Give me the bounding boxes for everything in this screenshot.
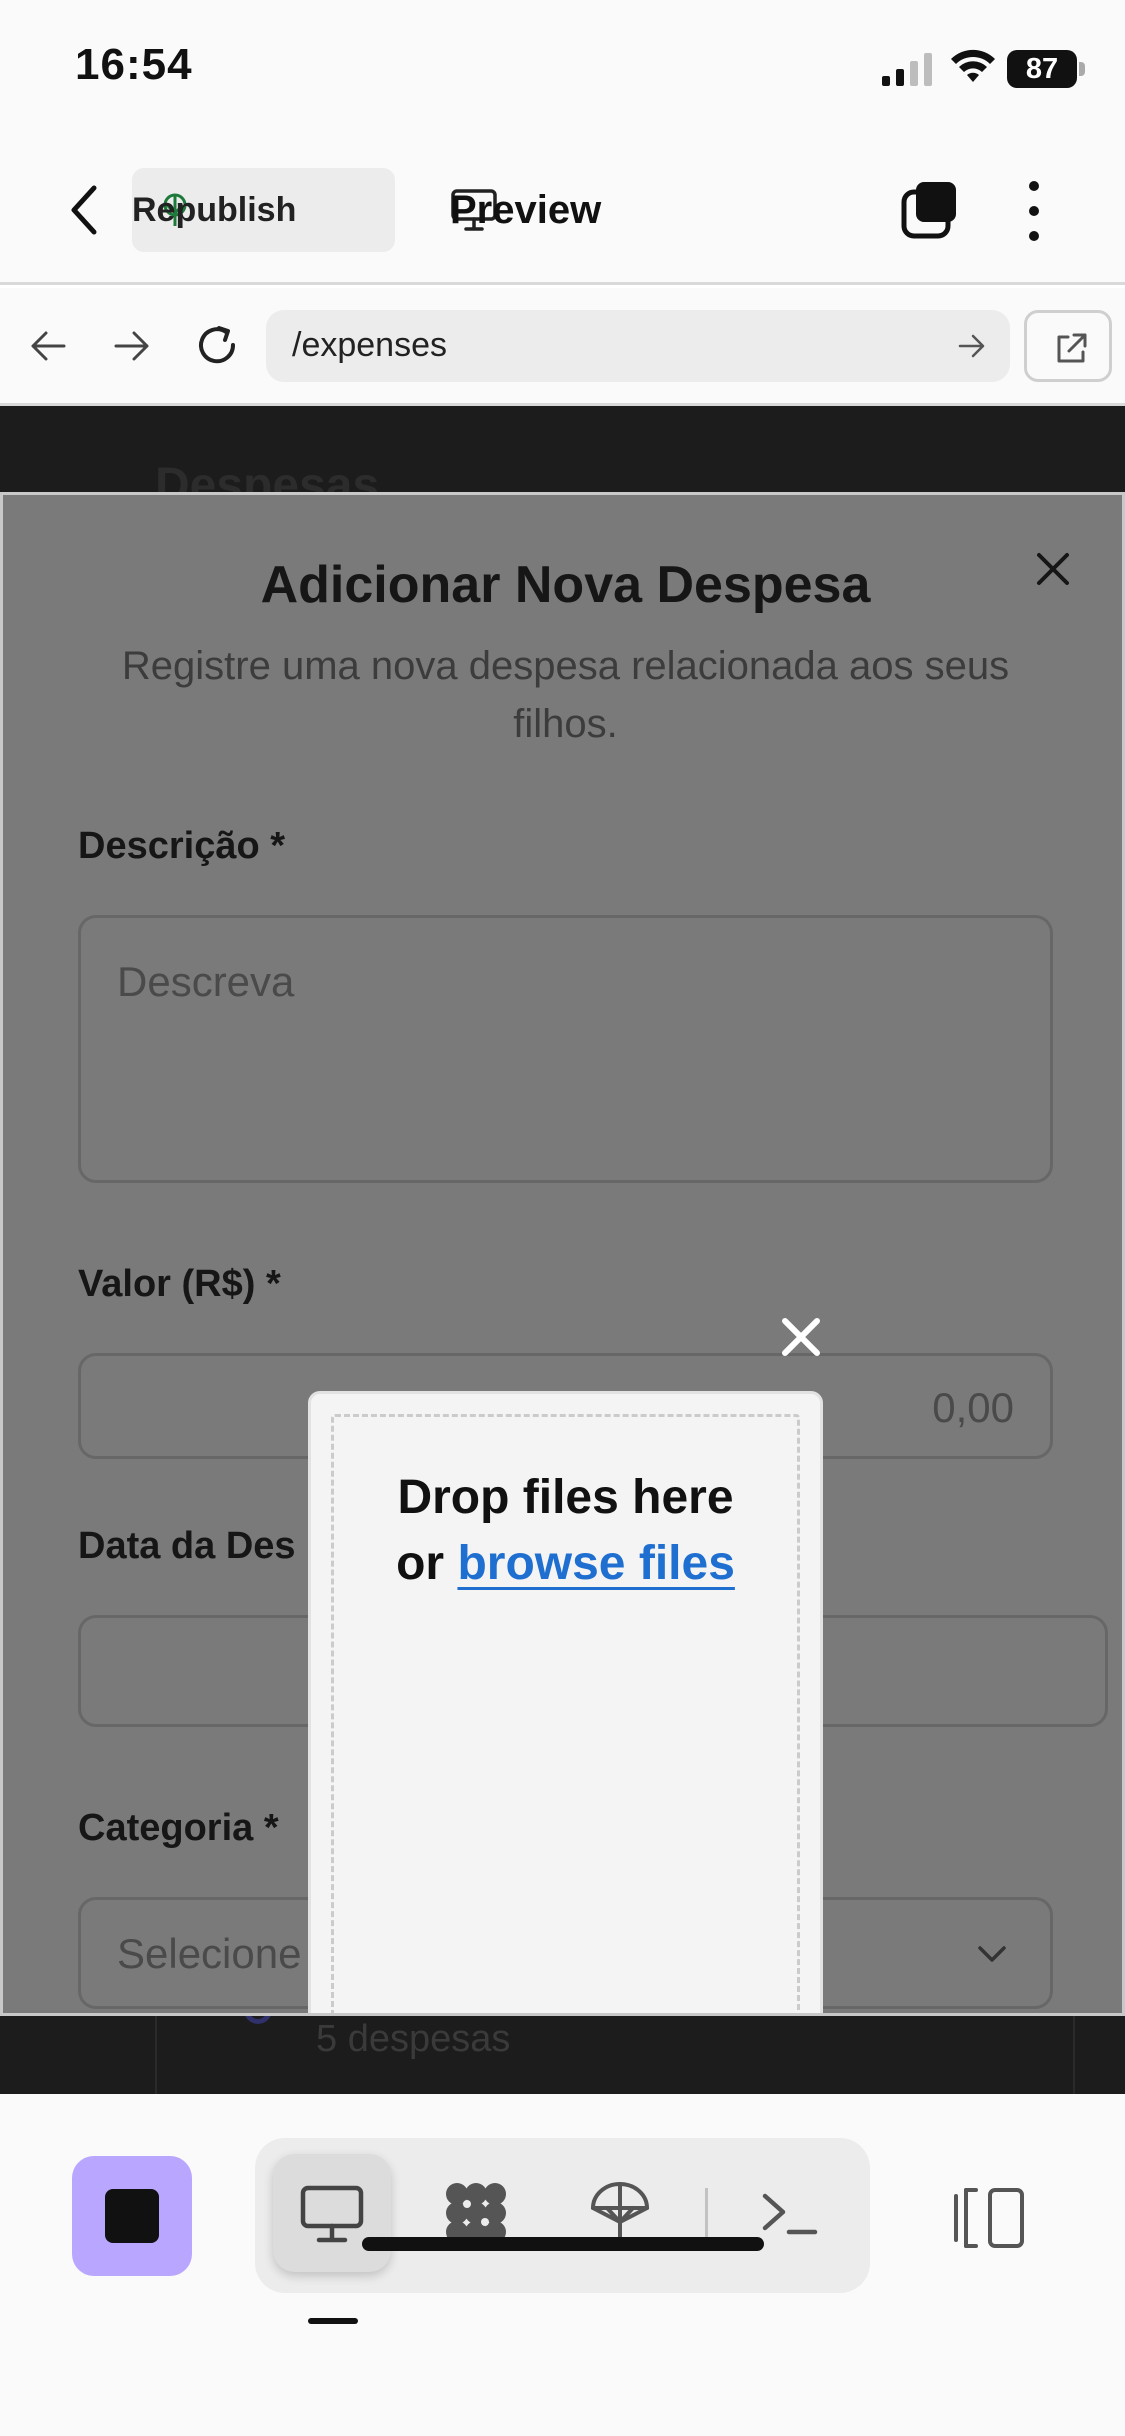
- external-link-icon: [1057, 333, 1087, 363]
- tool-separator: [705, 2188, 708, 2244]
- wifi-icon: [951, 49, 995, 82]
- split-view-icon[interactable]: [952, 2186, 1028, 2250]
- terminal-tool-button[interactable]: [731, 2154, 849, 2272]
- description-label: Descrição *: [78, 825, 286, 867]
- chevron-down-icon: [978, 1946, 1006, 1962]
- nav-forward-icon[interactable]: [112, 326, 152, 366]
- open-external-button[interactable]: [1024, 310, 1112, 382]
- home-indicator: [362, 2237, 764, 2251]
- web-viewport: Despesas 5 despesas Adicionar Nova Despe…: [0, 406, 1125, 2094]
- expense-count: 5 despesas: [316, 2018, 511, 2060]
- category-label: Categoria *: [78, 1807, 279, 1849]
- description-textarea[interactable]: Descreva: [78, 915, 1053, 1183]
- date-label: Data da Des: [78, 1525, 296, 1567]
- stop-button[interactable]: [72, 2156, 192, 2276]
- status-bar: 16:54 87: [0, 0, 1125, 140]
- description-placeholder: Descreva: [117, 958, 295, 1005]
- preview-label: Preview: [450, 187, 602, 232]
- amount-placeholder: 0,00: [932, 1384, 1014, 1431]
- drop-instructions: Drop files here or browse files: [334, 1465, 797, 1597]
- url-row: /expenses: [0, 288, 1125, 406]
- battery-icon: 87: [1007, 50, 1085, 88]
- back-chevron-icon[interactable]: [60, 180, 110, 240]
- windows-stack-icon[interactable]: [900, 180, 960, 240]
- add-expense-dialog: Adicionar Nova Despesa Registre uma nova…: [0, 492, 1125, 2016]
- desktop-icon: [300, 2185, 364, 2243]
- preview-button[interactable]: Preview: [450, 168, 601, 252]
- status-time: 16:54: [75, 40, 193, 89]
- desktop-tool-button[interactable]: [273, 2154, 391, 2272]
- amount-label: Valor (R$) *: [78, 1263, 281, 1305]
- terminal-icon: [762, 2193, 818, 2235]
- tool-switcher: [255, 2138, 870, 2293]
- nav-back-icon[interactable]: [28, 326, 68, 366]
- cellular-signal-icon: [882, 53, 932, 86]
- more-options-icon[interactable]: [1018, 176, 1050, 246]
- deploy-tool-button[interactable]: [561, 2154, 679, 2272]
- app-toolbar: Republish Preview: [0, 140, 1125, 285]
- dialog-title: Adicionar Nova Despesa: [260, 556, 871, 614]
- uploader-close-icon[interactable]: [779, 1315, 823, 1359]
- battery-level: 87: [1007, 50, 1077, 88]
- or-text: or: [396, 1537, 445, 1590]
- url-field[interactable]: /expenses: [266, 310, 1010, 382]
- dialog-description: Registre uma nova despesa relacionada ao…: [121, 644, 1010, 746]
- url-text: /expenses: [292, 326, 447, 364]
- file-uploader-panel: Drop files here or browse files: [308, 1391, 823, 2013]
- drop-files-text: Drop files here: [397, 1471, 734, 1524]
- file-drop-zone[interactable]: Drop files here or browse files: [331, 1414, 800, 2013]
- active-tab-indicator: [308, 2318, 358, 2324]
- republish-button[interactable]: Republish: [132, 168, 395, 252]
- stop-square-icon: [105, 2189, 159, 2243]
- republish-label: Republish: [132, 190, 297, 229]
- bottom-toolbar: [0, 2094, 1125, 2436]
- extensions-tool-button[interactable]: [417, 2154, 535, 2272]
- go-arrow-icon[interactable]: [956, 330, 988, 362]
- reload-icon[interactable]: [192, 320, 242, 370]
- browse-files-link[interactable]: browse files: [457, 1537, 734, 1590]
